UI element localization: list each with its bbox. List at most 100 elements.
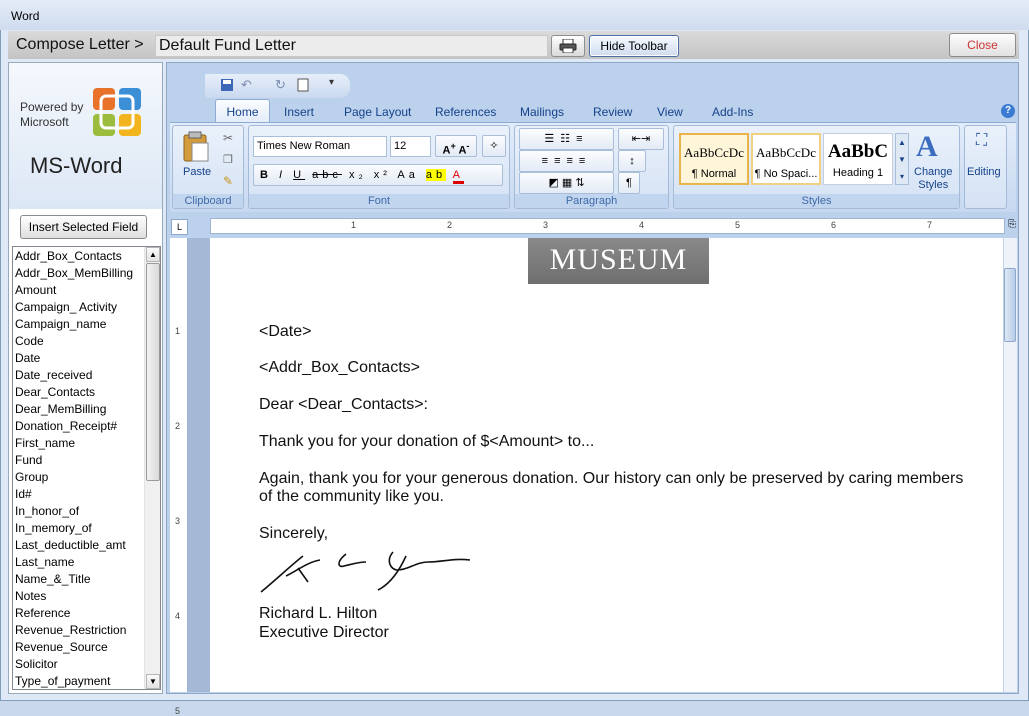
tab-review[interactable]: Review — [593, 101, 632, 123]
field-list-item[interactable]: Dear_MemBilling — [15, 401, 145, 418]
new-document-icon[interactable] — [297, 78, 309, 92]
field-list-item[interactable]: In_memory_of — [15, 520, 145, 537]
print-button[interactable] — [551, 35, 585, 57]
customize-qat-icon[interactable]: ▾ — [329, 77, 334, 88]
powered-by-line2: Microsoft — [20, 115, 69, 129]
field-list-item[interactable]: First_name — [15, 435, 145, 452]
grow-shrink-font-button[interactable]: A+ A- — [435, 135, 477, 157]
field-list-item[interactable]: Campaign_ Activity — [15, 299, 145, 316]
field-list-item[interactable]: Campaign_name — [15, 316, 145, 333]
change-styles-icon[interactable]: A — [916, 130, 938, 164]
field-list-item[interactable]: Name_&_Title — [15, 571, 145, 588]
field-list-item[interactable]: Id# — [15, 486, 145, 503]
hide-toolbar-button[interactable]: Hide Toolbar — [589, 35, 679, 57]
close-button[interactable]: Close — [949, 33, 1016, 57]
paste-icon[interactable] — [183, 131, 209, 163]
clipboard-group-label: Clipboard — [173, 194, 243, 208]
indent-buttons[interactable]: ⇤⇥ — [618, 128, 664, 150]
style-normal[interactable]: AaBbCcDc ¶ Normal — [679, 133, 749, 185]
save-icon[interactable] — [220, 78, 234, 92]
field-list-item[interactable]: Reference — [15, 605, 145, 622]
field-list-item[interactable]: Dear_Contacts — [15, 384, 145, 401]
tab-add-ins[interactable]: Add-Ins — [712, 101, 753, 123]
tab-mailings[interactable]: Mailings — [520, 101, 564, 123]
field-list-item[interactable]: Addr_Box_MemBilling — [15, 265, 145, 282]
letter-paragraph-2-line-1: Again, thank you for your generous donat… — [259, 470, 964, 487]
ruler-number: 3 — [543, 220, 549, 230]
binoculars-icon[interactable]: ⛶ — [976, 132, 987, 150]
field-list-item[interactable]: Donation_Receipt# — [15, 418, 145, 435]
tab-insert[interactable]: Insert — [284, 101, 314, 123]
ruler-number: 5 — [735, 220, 741, 230]
letter-address-field: <Addr_Box_Contacts> — [259, 359, 420, 376]
shading-borders-buttons[interactable]: ◩ ▦ ⇅ — [519, 172, 614, 194]
field-list-item[interactable]: Notes — [15, 588, 145, 605]
field-list-item[interactable]: Amount — [15, 282, 145, 299]
font-format-buttons[interactable]: B I U abc x₂ x² Aa ab A — [253, 164, 503, 186]
copy-icon[interactable]: ❐ — [223, 153, 233, 166]
field-list-scroll-thumb[interactable] — [146, 263, 160, 481]
tab-references[interactable]: References — [435, 101, 496, 123]
paragraph-group: ☰☷≡ ⇤⇥ ≡≡≡≡ ↕ ◩ ▦ ⇅ ¶ Paragraph — [514, 125, 669, 209]
tab-selector-icon[interactable]: L — [171, 219, 188, 235]
merge-field-list[interactable]: Addr_Box_Contacts Addr_Box_MemBilling Amou… — [12, 246, 161, 690]
field-list-item[interactable]: In_honor_of — [15, 503, 145, 520]
field-list-item[interactable]: Group — [15, 469, 145, 486]
field-list-item[interactable]: Last_deductible_amt — [15, 537, 145, 554]
tab-view[interactable]: View — [657, 101, 683, 123]
field-list-item[interactable]: Revenue_Restriction — [15, 622, 145, 639]
field-list-scrollbar[interactable]: ▲ ▼ — [144, 247, 160, 689]
field-list-item[interactable]: Date_received — [15, 367, 145, 384]
show-formatting-icon[interactable]: ¶ — [618, 172, 640, 194]
change-styles-button[interactable]: Change Styles — [914, 166, 953, 192]
vertical-ruler[interactable]: 1 2 3 4 5 — [170, 238, 188, 716]
scroll-down-icon[interactable]: ▼ — [146, 674, 160, 689]
clipboard-group: Paste ✂ ❐ ✎ Clipboard — [172, 125, 244, 209]
letter-salutation: Dear <Dear_Contacts>: — [259, 396, 428, 413]
list-buttons[interactable]: ☰☷≡ — [519, 128, 614, 150]
signer-name: Richard L. Hilton — [259, 605, 378, 622]
insert-selected-field-button[interactable]: Insert Selected Field — [20, 215, 147, 239]
field-list-item[interactable]: Solicitor — [15, 656, 145, 673]
style-no-spacing[interactable]: AaBbCcDc ¶ No Spaci... — [751, 133, 821, 185]
redo-icon[interactable]: ↻ — [275, 77, 286, 93]
ruler-number: 6 — [831, 220, 837, 230]
font-size-select[interactable]: 12 — [390, 136, 431, 157]
styles-gallery-scroll[interactable]: ▲ ▼ ▾ — [895, 133, 909, 185]
help-icon[interactable]: ? — [1001, 104, 1015, 118]
tab-home[interactable]: Home — [215, 99, 270, 123]
field-list-item[interactable]: Revenue_Source — [15, 639, 145, 656]
field-list-item[interactable]: Fund — [15, 452, 145, 469]
compose-letter-label: Compose Letter > — [16, 36, 144, 53]
clear-formatting-icon[interactable]: ✧ — [482, 135, 506, 157]
line-spacing-icon[interactable]: ↕ — [618, 150, 646, 172]
undo-icon[interactable]: ↶ — [241, 77, 252, 93]
cut-icon[interactable]: ✂ — [223, 131, 233, 145]
vertical-ruler-number: 3 — [175, 516, 181, 526]
style-heading-1[interactable]: AaBbC Heading 1 — [823, 133, 893, 185]
powered-by-line1: Powered by — [20, 100, 84, 114]
field-list-item[interactable]: Date — [15, 350, 145, 367]
document-scroll-thumb[interactable] — [1004, 268, 1016, 342]
field-list-item[interactable]: Code — [15, 333, 145, 350]
horizontal-ruler[interactable]: 1 2 3 4 5 6 7 — [210, 218, 1005, 234]
editing-button[interactable]: Editing — [967, 166, 1001, 178]
quick-access-toolbar: ↶ ↻ ▾ — [205, 74, 350, 98]
format-painter-icon[interactable]: ✎ — [223, 174, 233, 188]
alignment-buttons[interactable]: ≡≡≡≡ — [519, 150, 614, 172]
font-name-select[interactable]: Times New Roman — [253, 136, 387, 157]
letter-closing: Sincerely, — [259, 525, 329, 542]
field-list-item[interactable]: Last_name — [15, 554, 145, 571]
view-ruler-icon[interactable]: ⎘ — [1006, 219, 1018, 233]
tab-page-layout[interactable]: Page Layout — [344, 101, 411, 123]
document-name-field[interactable]: Default Fund Letter — [155, 35, 548, 57]
scroll-up-icon[interactable]: ▲ — [146, 247, 160, 262]
field-list-item[interactable]: Addr_Box_Contacts — [15, 248, 145, 265]
font-group-label: Font — [249, 194, 509, 208]
vertical-ruler-number: 4 — [175, 611, 181, 621]
ruler-number: 1 — [351, 220, 357, 230]
paste-label[interactable]: Paste — [183, 166, 211, 178]
vertical-ruler-number: 5 — [175, 706, 181, 716]
change-styles-label-2: Styles — [918, 179, 949, 191]
field-list-item[interactable]: Type_of_payment — [15, 673, 145, 689]
